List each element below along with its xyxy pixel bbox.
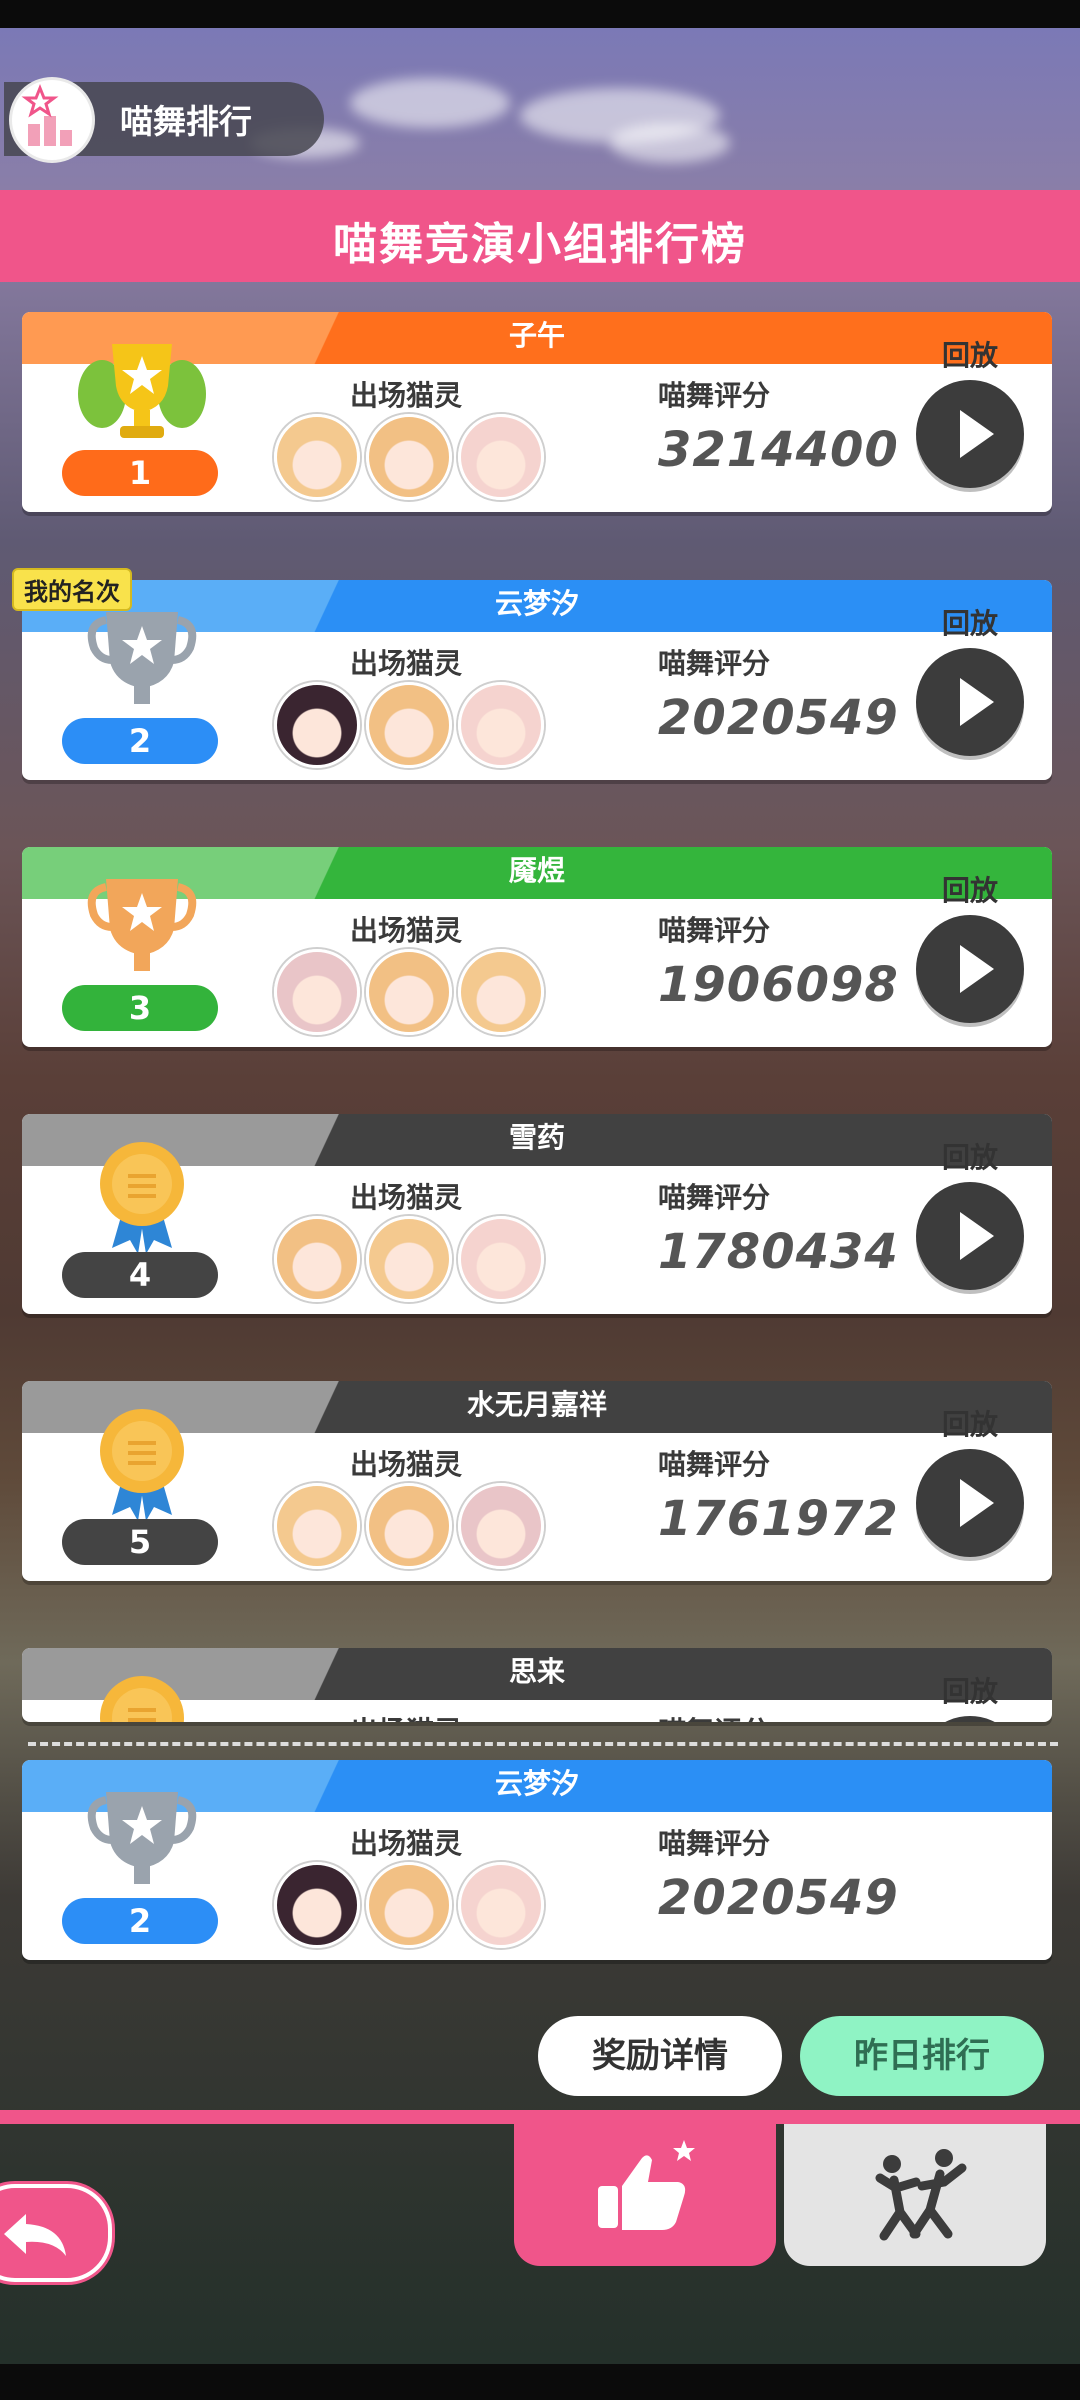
rank-card: 魇煜 3 出场猫灵 喵舞评分 1906098 回放	[22, 847, 1052, 1047]
rank-card: 水无月嘉祥 5 出场猫灵 喵舞评分 1761972 回放	[22, 1381, 1052, 1581]
dashed-divider	[28, 1742, 1058, 1746]
back-button[interactable]	[0, 2184, 112, 2282]
cats-label: 出场猫灵	[350, 914, 463, 947]
play-button[interactable]	[916, 1449, 1024, 1557]
replay-label: 回放	[941, 339, 998, 372]
bottom-tab-line	[0, 2110, 1080, 2124]
score-label: 喵舞评分	[658, 1448, 771, 1481]
score-label: 喵舞评分	[658, 1181, 771, 1214]
score-value: 1906098	[658, 957, 899, 1013]
score-label: 喵舞评分	[658, 1710, 770, 1722]
cat-avatar	[366, 1483, 452, 1569]
cats-label: 出场猫灵	[350, 379, 463, 412]
cats-label: 出场猫灵	[350, 1710, 462, 1722]
rank-card: 子午 1 出场猫灵 喵舞评分 3214400 回放	[22, 312, 1052, 512]
score-value: 2020549	[658, 1870, 899, 1926]
dancers-icon	[875, 2149, 967, 2241]
reward-details-button[interactable]: 奖励详情	[538, 2016, 782, 2096]
status-bar	[0, 0, 1080, 28]
score-label: 喵舞评分	[658, 647, 771, 680]
play-button[interactable]	[916, 648, 1024, 756]
replay-label: 回放	[941, 607, 998, 640]
rank-number: 3	[62, 985, 218, 1031]
cat-avatar	[458, 949, 544, 1035]
cat-avatar	[458, 1862, 544, 1948]
score-label: 喵舞评分	[658, 1827, 771, 1860]
score-value: 2020549	[658, 690, 899, 746]
cat-avatar	[274, 682, 360, 768]
score-label: 喵舞评分	[658, 379, 771, 412]
back-arrow-icon	[4, 2214, 66, 2256]
my-rank-badge: 我的名次	[12, 568, 132, 611]
score-value: 1780434	[658, 1224, 899, 1280]
yesterday-ranking-button[interactable]: 昨日排行	[800, 2016, 1044, 2096]
tab-dance[interactable]	[784, 2124, 1046, 2266]
rank-card: 思来出场猫灵喵舞评分回放	[22, 1648, 1052, 1722]
replay-label: 回放	[941, 874, 998, 907]
play-button[interactable]	[916, 1716, 1024, 1722]
rank-number: 1	[62, 450, 218, 496]
cats-label: 出场猫灵	[350, 1181, 463, 1214]
score-value: 1761972	[658, 1491, 899, 1547]
tab-title: 喵舞排行	[120, 102, 252, 141]
rank-number: 2	[62, 1898, 218, 1944]
cat-avatar	[366, 682, 452, 768]
play-button[interactable]	[916, 915, 1024, 1023]
cat-avatar	[366, 949, 452, 1035]
cats-label: 出场猫灵	[350, 1827, 463, 1860]
tab-like[interactable]	[514, 2124, 776, 2266]
rank-card: 云梦汐 2 出场猫灵 喵舞评分 2020549	[22, 1760, 1052, 1960]
play-button[interactable]	[916, 1182, 1024, 1290]
rank-number: 5	[62, 1519, 218, 1565]
cats-label: 出场猫灵	[350, 647, 463, 680]
cat-avatar	[458, 1483, 544, 1569]
cat-avatar	[274, 1862, 360, 1948]
cats-label: 出场猫灵	[350, 1448, 463, 1481]
cat-avatar	[366, 1862, 452, 1948]
cat-avatar	[458, 414, 544, 500]
thumbs-up-icon	[598, 2140, 695, 2230]
replay-label: 回放	[941, 1141, 998, 1174]
cat-avatar	[458, 1216, 544, 1302]
rank-number: 4	[62, 1252, 218, 1298]
score-value: 3214400	[658, 422, 899, 478]
rank-number: 2	[62, 718, 218, 764]
cat-avatar	[458, 682, 544, 768]
replay-label: 回放	[941, 1675, 998, 1708]
ranking-icon	[12, 80, 92, 160]
page-title: 喵舞竞演小组排行榜	[333, 219, 747, 270]
play-button[interactable]	[916, 380, 1024, 488]
score-label: 喵舞评分	[658, 914, 771, 947]
cat-avatar	[274, 949, 360, 1035]
cat-avatar	[366, 414, 452, 500]
rank-card: 雪药 4 出场猫灵 喵舞评分 1780434 回放	[22, 1114, 1052, 1314]
replay-label: 回放	[941, 1408, 998, 1441]
rank-card: 云梦汐 2 出场猫灵 喵舞评分 2020549 回放	[22, 580, 1052, 780]
cat-avatar	[274, 1216, 360, 1302]
cat-avatar	[366, 1216, 452, 1302]
navigation-bar	[0, 2364, 1080, 2400]
cat-avatar	[274, 1483, 360, 1569]
cat-avatar	[274, 414, 360, 500]
